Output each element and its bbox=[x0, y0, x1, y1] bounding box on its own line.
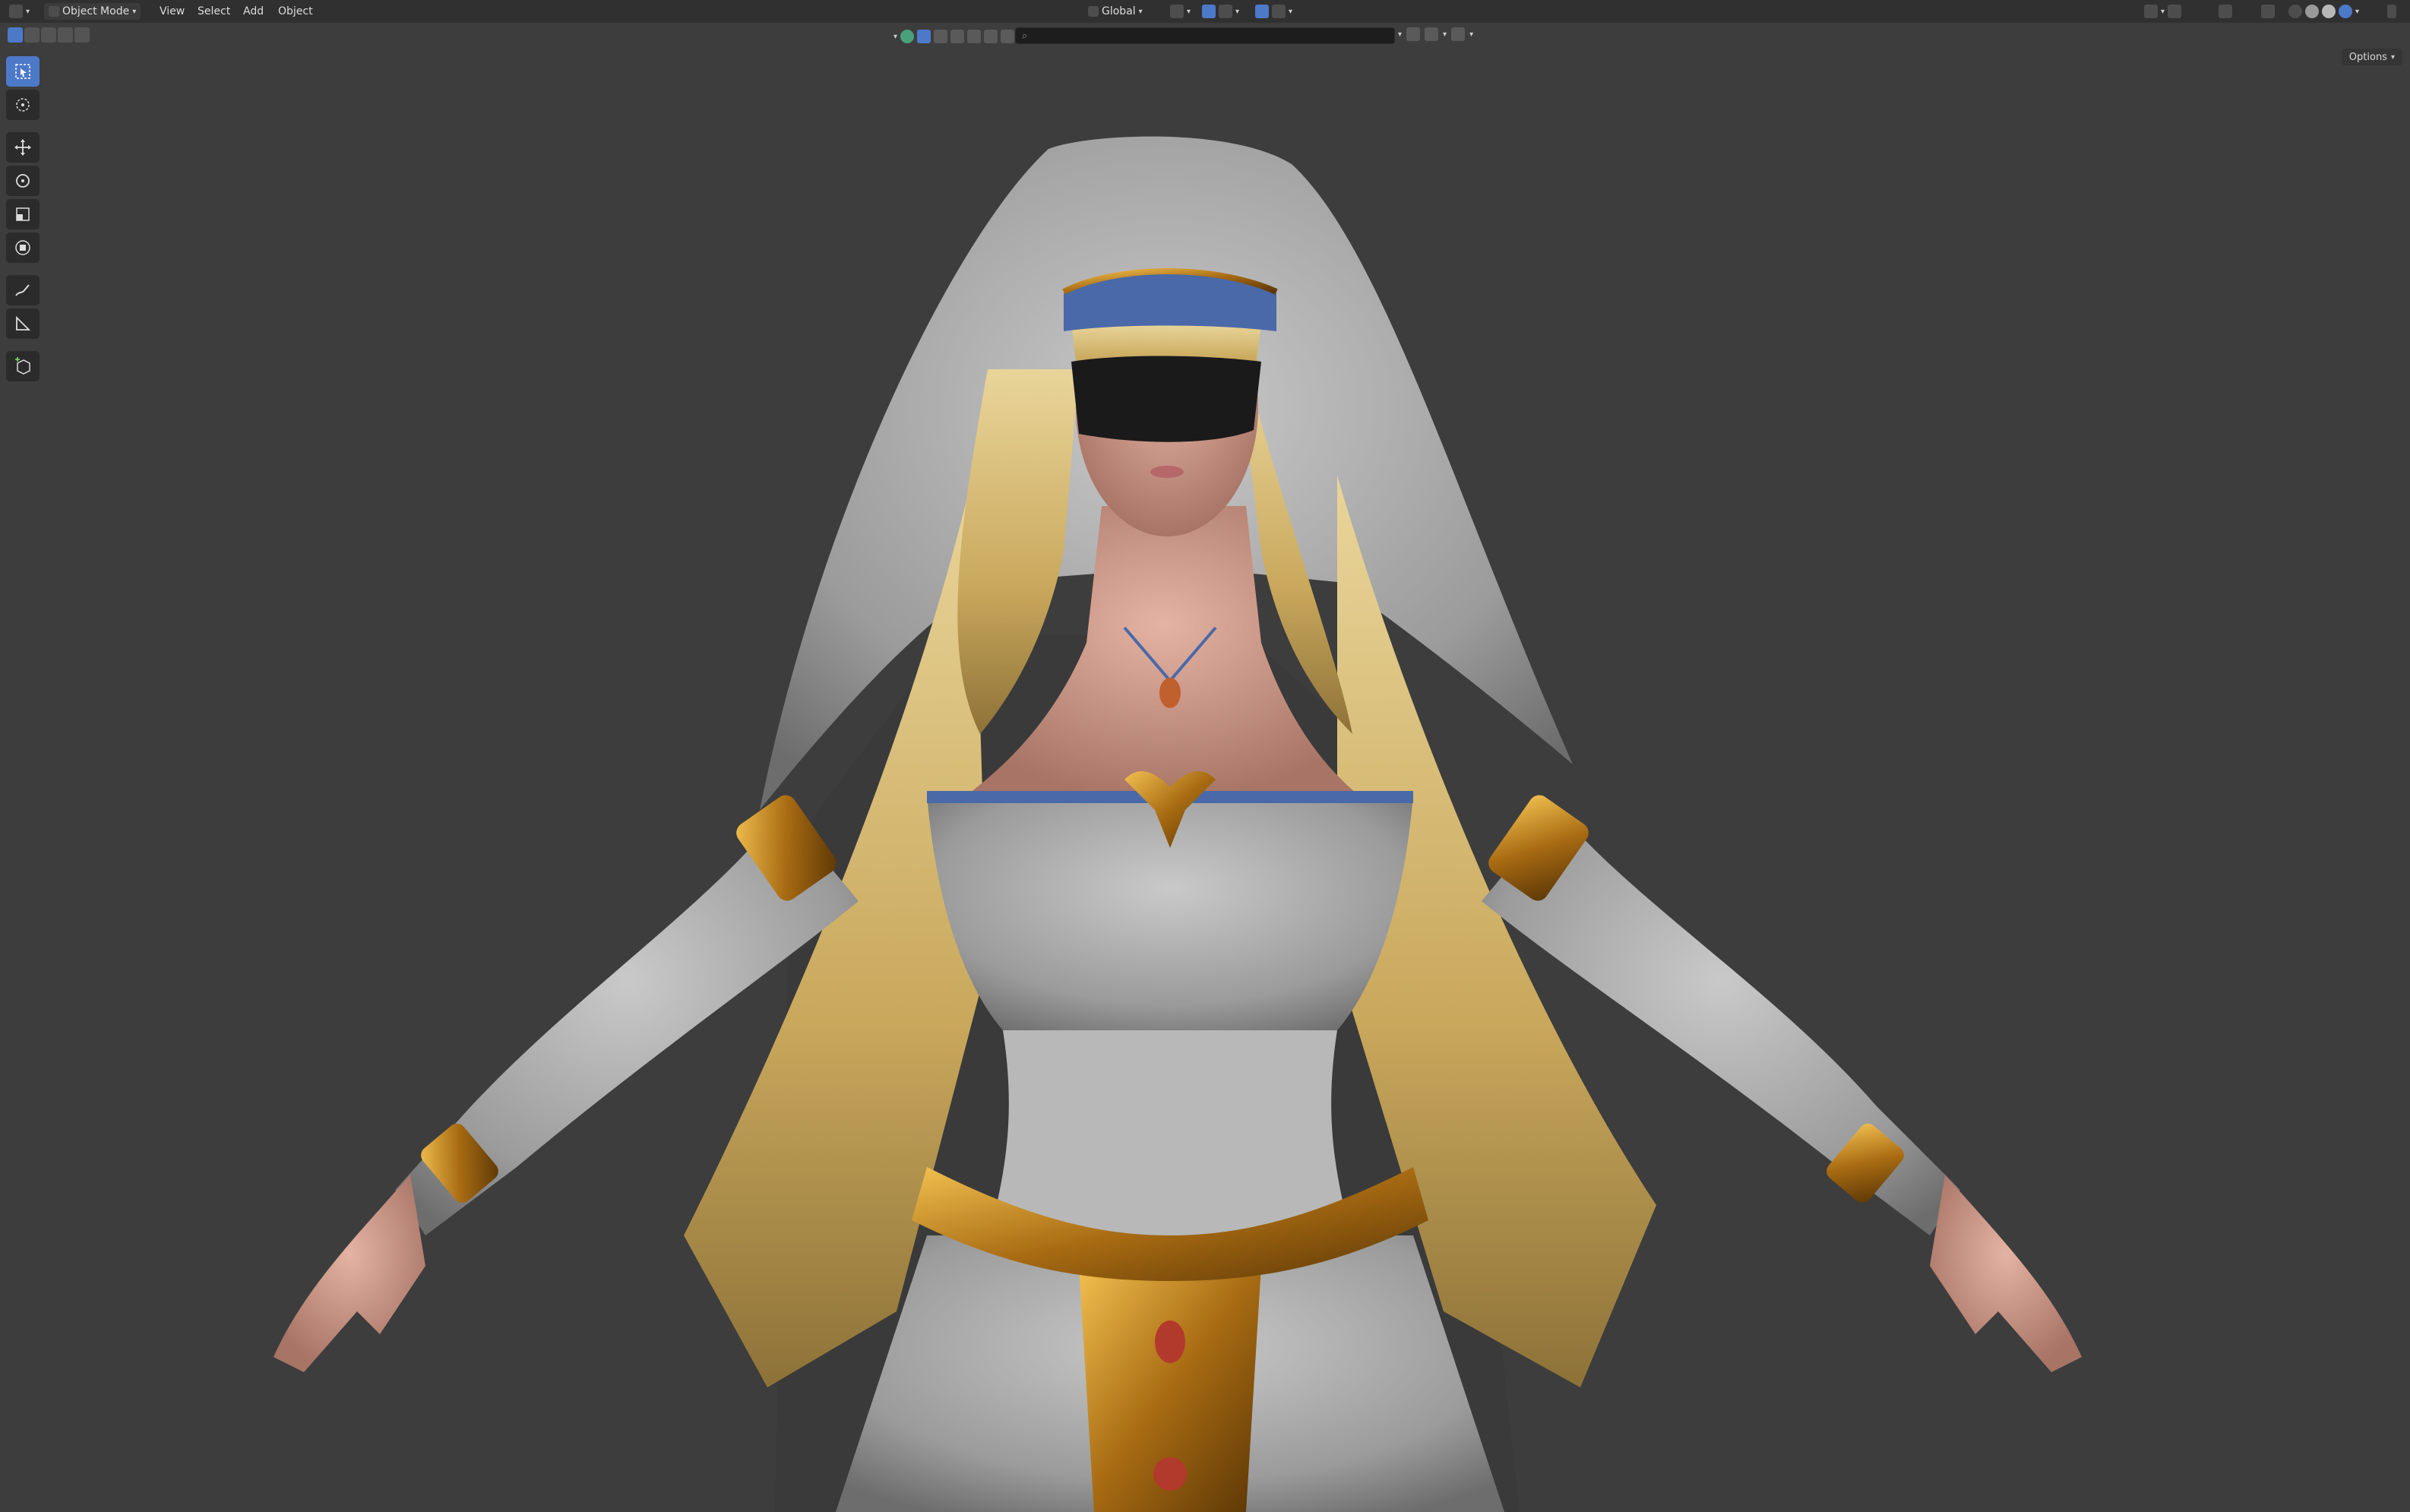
proportional-editing-toggle[interactable]: ▾ bbox=[1255, 3, 1292, 20]
select-extend-icon[interactable] bbox=[24, 27, 40, 43]
measure-tool[interactable] bbox=[6, 308, 40, 339]
tabard-gem-lower bbox=[1153, 1457, 1187, 1491]
necklace-gem bbox=[1159, 678, 1181, 708]
menu-add[interactable]: Add bbox=[243, 3, 264, 20]
chevron-down-icon: ▾ bbox=[26, 7, 30, 16]
select-new-icon[interactable] bbox=[8, 27, 23, 43]
annotate-tool[interactable] bbox=[6, 275, 40, 305]
select-subtract-icon[interactable] bbox=[41, 27, 56, 43]
camera-filter-icon[interactable] bbox=[967, 30, 982, 43]
orientation-icon bbox=[1088, 6, 1099, 17]
mesh-filter-icon[interactable] bbox=[917, 30, 931, 43]
viewport-gizmos-toggle[interactable]: ▾ bbox=[2144, 3, 2182, 20]
chevron-down-icon[interactable]: ▾ bbox=[893, 33, 897, 41]
editor-type-selector[interactable]: ▾ bbox=[9, 3, 30, 20]
light-filter-icon[interactable] bbox=[950, 30, 965, 43]
material-preview-icon[interactable] bbox=[2322, 5, 2336, 18]
chevron-down-icon: ▾ bbox=[2355, 7, 2360, 16]
3d-viewport[interactable] bbox=[0, 50, 2410, 1512]
scale-tool[interactable] bbox=[6, 199, 40, 229]
transform-orientation-dropdown[interactable]: Global ▾ bbox=[1088, 3, 1143, 20]
other-filter-icon[interactable] bbox=[1001, 30, 1015, 43]
cursor-icon bbox=[16, 98, 30, 112]
menu-select[interactable]: Select bbox=[198, 3, 230, 20]
pivot-point-dropdown[interactable]: ▾ bbox=[1170, 3, 1191, 20]
armature-filter-icon[interactable] bbox=[934, 30, 948, 43]
measure-icon bbox=[16, 315, 31, 331]
solid-shading-icon[interactable] bbox=[2305, 5, 2319, 18]
tool-settings-row: ▾ ⌕ ▾ ▾ ▾ Options ▾ bbox=[0, 23, 2410, 65]
chevron-down-icon[interactable]: ▾ bbox=[1443, 30, 1447, 39]
right-hand bbox=[1930, 1175, 2082, 1372]
rotate-icon bbox=[16, 174, 30, 188]
sidebar-toggle[interactable] bbox=[2387, 3, 2396, 20]
pivot-icon bbox=[1170, 5, 1184, 18]
object-mode-icon bbox=[49, 6, 59, 17]
blindfold bbox=[1071, 356, 1261, 442]
chevron-down-icon[interactable]: ▾ bbox=[1469, 30, 1473, 39]
wireframe-shading-icon[interactable] bbox=[2288, 5, 2302, 18]
select-box-icon bbox=[15, 64, 30, 79]
menu-view[interactable]: View bbox=[160, 3, 185, 20]
search-icon: ⌕ bbox=[1022, 30, 1028, 42]
left-toolbar bbox=[6, 56, 40, 381]
snap-target-icon bbox=[1219, 5, 1232, 18]
character-render bbox=[274, 136, 2082, 1512]
select-invert-icon[interactable] bbox=[58, 27, 73, 43]
pause-icon bbox=[2387, 5, 2396, 18]
annotate-icon bbox=[15, 284, 30, 296]
falloff-icon bbox=[1272, 5, 1286, 18]
snap-toggle[interactable]: ▾ bbox=[1202, 3, 1239, 20]
chevron-down-icon: ▾ bbox=[1289, 7, 1293, 16]
xray-icon bbox=[2261, 5, 2275, 18]
gizmo-icon bbox=[2168, 5, 2182, 18]
empty-filter-icon[interactable] bbox=[984, 30, 998, 43]
selection-mode-buttons bbox=[8, 27, 90, 43]
chevron-down-icon: ▾ bbox=[2161, 7, 2165, 16]
display-mode-icon[interactable] bbox=[1425, 27, 1439, 41]
filter-icon[interactable] bbox=[1451, 27, 1466, 41]
chevron-down-icon: ▾ bbox=[1187, 7, 1191, 16]
visibility-filter-strip: ▾ bbox=[893, 27, 1015, 46]
add-cube-tool[interactable] bbox=[6, 351, 40, 381]
view-object-types-icon bbox=[2144, 5, 2158, 18]
move-tool[interactable] bbox=[6, 132, 40, 163]
tabard-gem bbox=[1155, 1321, 1185, 1363]
toolbar-separator bbox=[6, 342, 40, 348]
add-cube-icon bbox=[15, 357, 30, 375]
search-input[interactable]: ⌕ bbox=[1015, 27, 1395, 44]
mode-dropdown[interactable]: Object Mode ▾ bbox=[44, 3, 141, 20]
transform-orientation-label: Global bbox=[1102, 5, 1136, 17]
editor-type-icon bbox=[9, 5, 23, 18]
lips bbox=[1150, 466, 1184, 478]
transform-tool[interactable] bbox=[6, 232, 40, 263]
move-icon bbox=[14, 139, 31, 156]
chevron-down-icon: ▾ bbox=[132, 7, 137, 16]
overlays-toggle[interactable] bbox=[2219, 3, 2232, 20]
chevron-down-icon[interactable]: ▾ bbox=[1398, 30, 1402, 39]
menu-object[interactable]: Object bbox=[278, 3, 313, 20]
chevron-down-icon: ▾ bbox=[1235, 7, 1240, 16]
bookmark-icon[interactable] bbox=[1406, 27, 1421, 41]
filter-buttons: ▾ ▾ ▾ bbox=[1398, 27, 1473, 41]
select-intersect-icon[interactable] bbox=[74, 27, 90, 43]
rotate-tool[interactable] bbox=[6, 166, 40, 196]
rendered-shading-icon[interactable] bbox=[2339, 5, 2352, 18]
scale-icon bbox=[16, 207, 30, 221]
chevron-down-icon: ▾ bbox=[1138, 7, 1143, 16]
xray-toggle[interactable] bbox=[2261, 3, 2275, 20]
transform-icon bbox=[15, 240, 30, 255]
toolbar-separator bbox=[6, 123, 40, 129]
viewport-header: ▾ Object Mode ▾ View Select Add Object G… bbox=[0, 0, 2410, 23]
mode-label: Object Mode bbox=[62, 5, 130, 17]
shading-mode-buttons[interactable]: ▾ bbox=[2288, 3, 2359, 20]
toolbar-separator bbox=[6, 266, 40, 272]
select-box-tool[interactable] bbox=[6, 56, 40, 87]
overlays-icon bbox=[2219, 5, 2232, 18]
cursor-tool[interactable] bbox=[6, 90, 40, 120]
proportional-editing-icon bbox=[1255, 5, 1269, 18]
magnet-icon bbox=[1202, 5, 1216, 18]
left-hand bbox=[274, 1175, 425, 1372]
scene-collection-icon[interactable] bbox=[900, 30, 915, 43]
